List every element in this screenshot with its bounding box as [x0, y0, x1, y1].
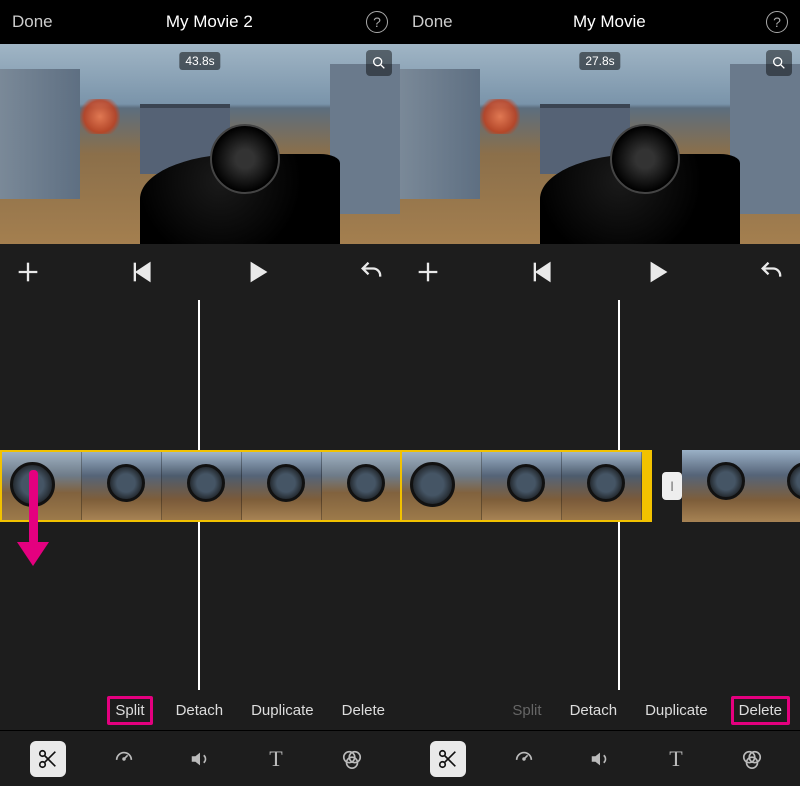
magnifier-icon	[371, 55, 387, 71]
undo-button[interactable]	[358, 258, 386, 286]
text-tool[interactable]: T	[258, 741, 294, 777]
scissors-tool[interactable]	[430, 741, 466, 777]
header-bar: Done My Movie?	[400, 0, 800, 44]
selected-clip[interactable]	[0, 450, 400, 522]
clip-thumbnail	[402, 452, 482, 520]
scissors-tool[interactable]	[30, 741, 66, 777]
plus-icon	[414, 258, 442, 286]
transport-controls	[0, 244, 400, 300]
clip-action-bar: Split Detach Duplicate Delete	[400, 690, 800, 730]
time-indicator: 43.8s	[179, 52, 220, 70]
filters-icon	[341, 748, 363, 770]
editor-panel: Done My Movie? 27.8s | Split Detach Duplicate D…	[400, 0, 800, 786]
volume-tool[interactable]	[182, 741, 218, 777]
undo-icon	[358, 258, 386, 286]
text-icon: T	[269, 746, 282, 772]
header-bar: Done My Movie 2?	[0, 0, 400, 44]
done-button[interactable]: Done	[12, 12, 53, 32]
tool-toolbar: T	[400, 730, 800, 786]
add-media-button[interactable]	[414, 258, 442, 286]
filters-tool[interactable]	[734, 741, 770, 777]
speed-icon	[513, 748, 535, 770]
clip-thumbnail	[762, 450, 800, 522]
clip-trim-handle[interactable]	[642, 452, 650, 520]
clip-thumbnail	[562, 452, 642, 520]
help-button[interactable]: ?	[766, 11, 788, 33]
done-button[interactable]: Done	[412, 12, 453, 32]
clip-action-bar: Split Detach Duplicate Delete	[0, 690, 400, 730]
clip-thumbnail	[82, 452, 162, 520]
skip-start-button[interactable]	[129, 258, 157, 286]
volume-icon	[589, 748, 611, 770]
play-button[interactable]	[643, 258, 671, 286]
undo-button[interactable]	[758, 258, 786, 286]
speed-icon	[113, 748, 135, 770]
magnifier-icon	[771, 55, 787, 71]
play-button[interactable]	[243, 258, 271, 286]
video-preview[interactable]: 27.8s	[400, 44, 800, 244]
delete-action[interactable]: Delete	[337, 699, 390, 722]
filters-icon	[741, 748, 763, 770]
skip-start-button[interactable]	[529, 258, 557, 286]
scissors-icon	[437, 748, 459, 770]
transport-controls	[400, 244, 800, 300]
clip-thumbnail	[242, 452, 322, 520]
text-tool[interactable]: T	[658, 741, 694, 777]
annotation-arrow	[20, 470, 42, 570]
duplicate-action[interactable]: Duplicate	[246, 699, 319, 722]
skip-back-icon	[129, 258, 157, 286]
project-title: My Movie 2	[166, 12, 253, 32]
timeline[interactable]	[0, 300, 400, 690]
selected-clip[interactable]	[400, 450, 652, 522]
video-preview[interactable]: 43.8s	[0, 44, 400, 244]
detach-action[interactable]: Detach	[565, 699, 623, 722]
split-action[interactable]: Split	[107, 696, 152, 725]
play-icon	[643, 258, 671, 286]
plus-icon	[14, 258, 42, 286]
clip-thumbnail	[2, 452, 82, 520]
undo-icon	[758, 258, 786, 286]
delete-action[interactable]: Delete	[731, 696, 790, 725]
volume-icon	[189, 748, 211, 770]
filters-tool[interactable]	[334, 741, 370, 777]
help-button[interactable]: ?	[366, 11, 388, 33]
tool-toolbar: T	[0, 730, 400, 786]
duplicate-action[interactable]: Duplicate	[640, 699, 713, 722]
next-clip[interactable]	[682, 450, 800, 522]
clip-thumbnail	[322, 452, 400, 520]
speed-tool[interactable]	[106, 741, 142, 777]
scissors-icon	[37, 748, 59, 770]
editor-panel: Done My Movie 2? 43.8s Split Detach Duplicate…	[0, 0, 400, 786]
add-media-button[interactable]	[14, 258, 42, 286]
transition-slot[interactable]: |	[662, 472, 682, 500]
detach-action[interactable]: Detach	[171, 699, 229, 722]
clip-thumbnail	[162, 452, 242, 520]
clip-thumbnail	[482, 452, 562, 520]
zoom-button[interactable]	[366, 50, 392, 76]
volume-tool[interactable]	[582, 741, 618, 777]
text-icon: T	[669, 746, 682, 772]
clip-strip: |	[400, 450, 800, 522]
project-title: My Movie	[573, 12, 646, 32]
skip-back-icon	[529, 258, 557, 286]
speed-tool[interactable]	[506, 741, 542, 777]
zoom-button[interactable]	[766, 50, 792, 76]
split-action: Split	[507, 699, 546, 722]
timeline[interactable]: |	[400, 300, 800, 690]
clip-strip	[0, 450, 400, 522]
play-icon	[243, 258, 271, 286]
clip-thumbnail	[682, 450, 762, 522]
time-indicator: 27.8s	[579, 52, 620, 70]
